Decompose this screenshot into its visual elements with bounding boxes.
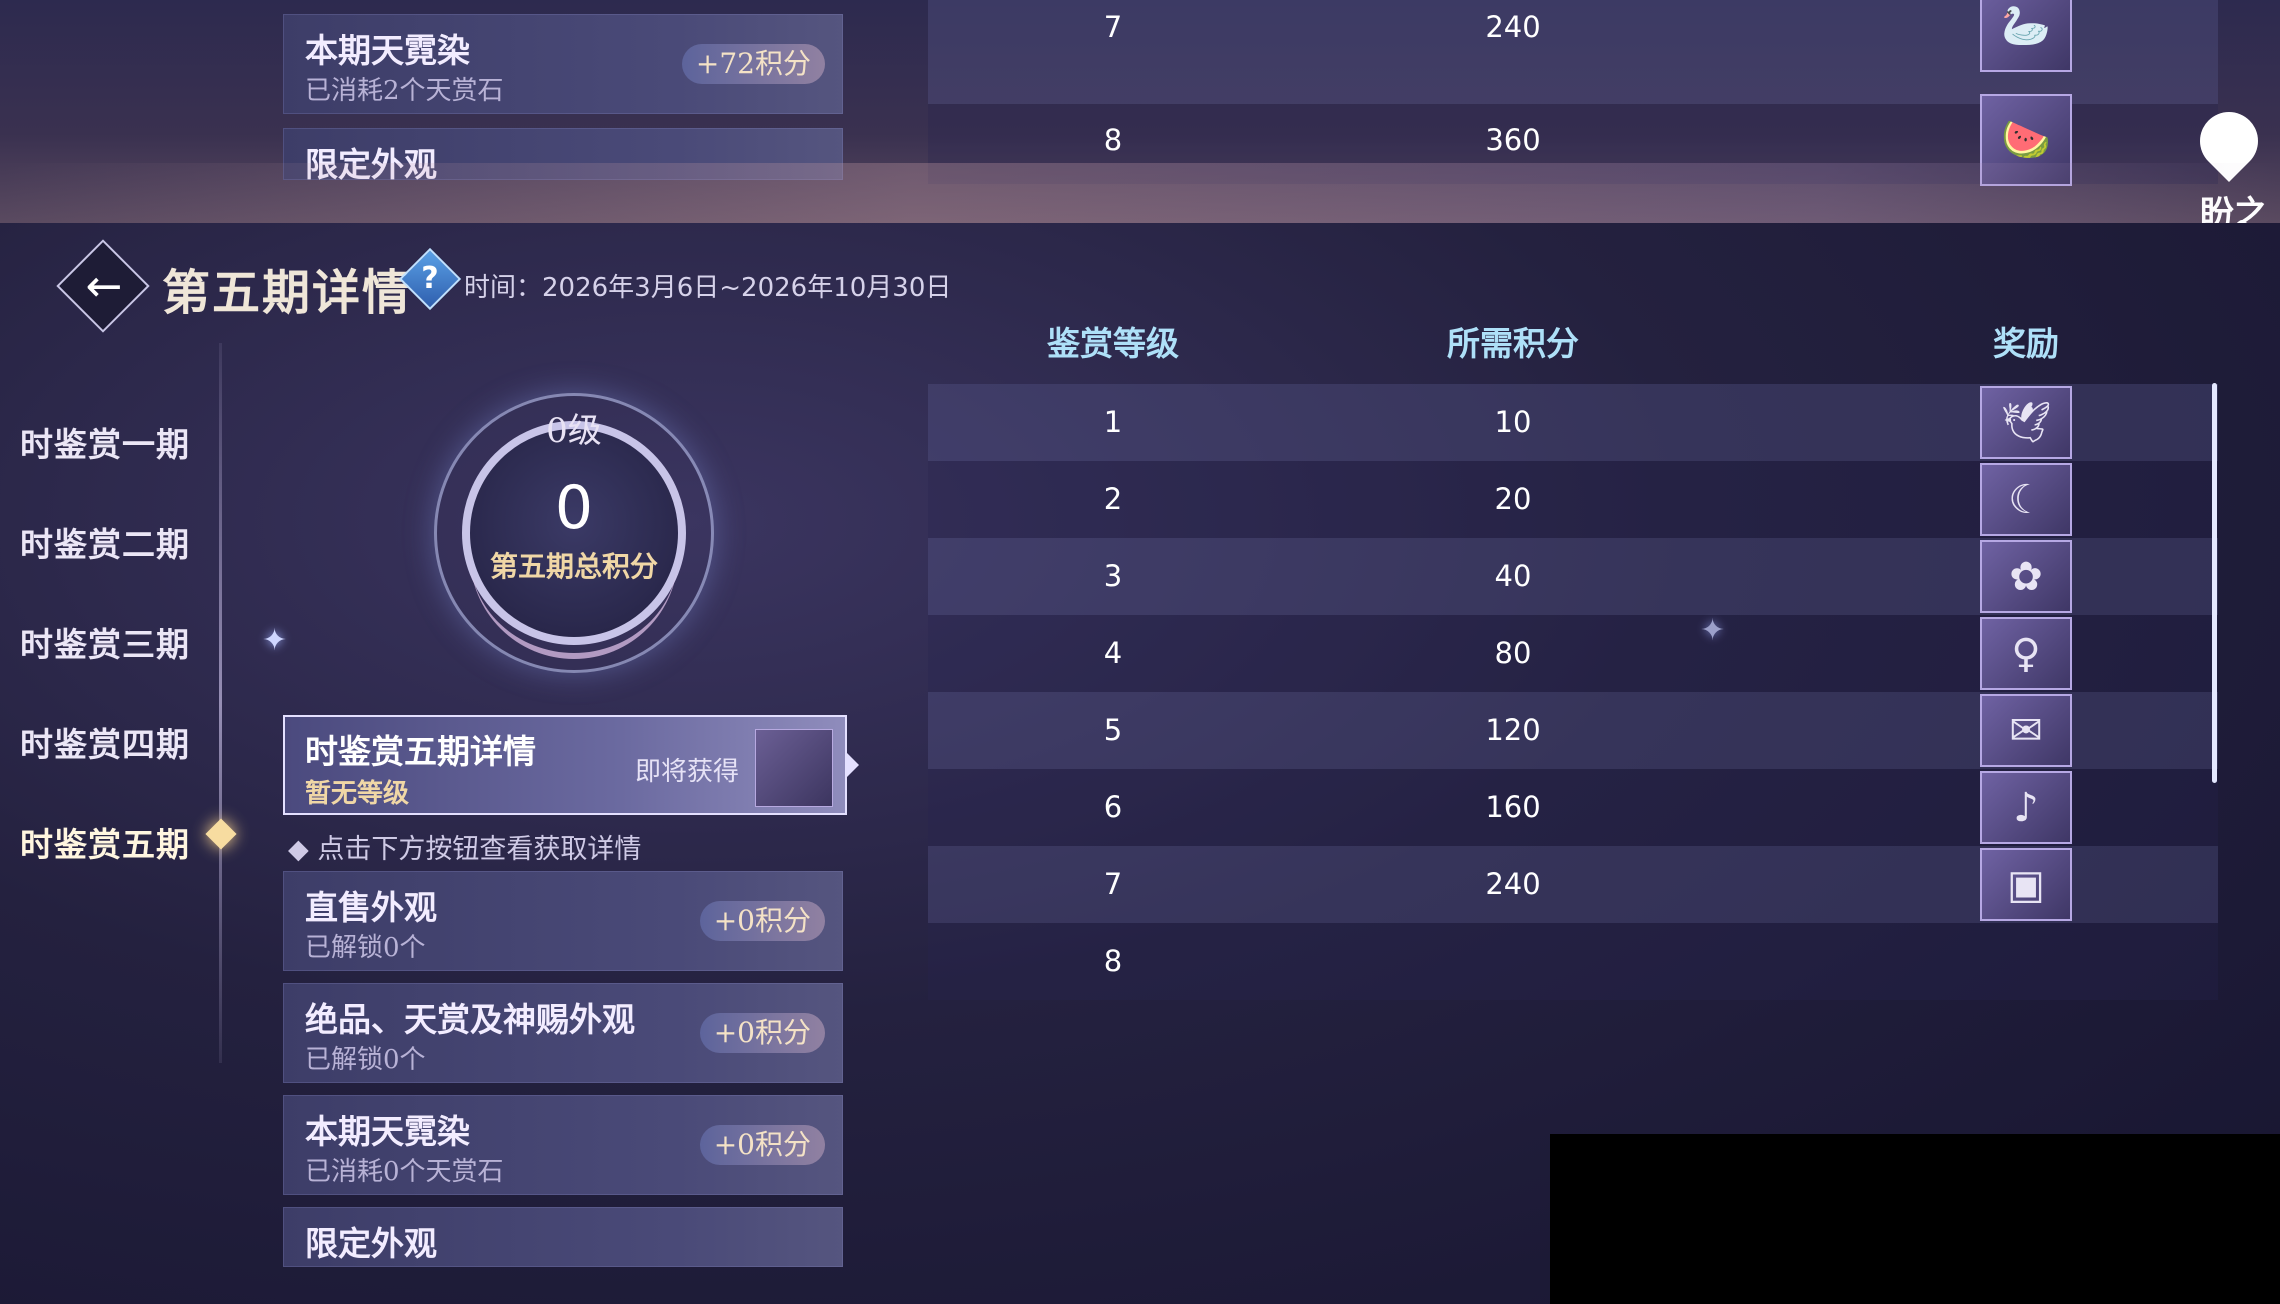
level-cell: 5: [1103, 713, 1123, 747]
swan-icon[interactable]: 🦢: [1980, 0, 2072, 72]
total-points-value: 0: [554, 473, 594, 543]
score-card-dye[interactable]: 本期天霓染 已消耗0个天赏石 +0积分: [283, 1095, 843, 1195]
level-cell: 1: [1103, 405, 1123, 439]
detail-title: 时鉴赏五期详情: [305, 732, 536, 771]
table-scrollbar[interactable]: [2212, 383, 2217, 783]
table-row: 2 20 ☾: [928, 461, 2218, 538]
watermark-text: 盼之: [2200, 194, 2268, 223]
envelope-icon[interactable]: ✉: [1980, 694, 2072, 767]
figure-icon[interactable]: ♀: [1980, 617, 2072, 690]
table-row: 6 160 ♪: [928, 769, 2218, 846]
column-header-points: 所需积分: [1447, 324, 1579, 363]
card-title: 限定外观: [305, 1224, 437, 1263]
points-cell: 360: [1485, 123, 1541, 157]
detail-level-status: 暂无等级: [305, 779, 410, 809]
table-row-prev-7: 7 240 🦢: [928, 0, 2218, 104]
table-row: 1 10 🕊: [928, 384, 2218, 461]
points-badge: +0积分: [699, 901, 825, 941]
period-detail-card[interactable]: 时鉴赏五期详情 暂无等级 即将获得: [283, 715, 847, 815]
points-badge: +0积分: [699, 1013, 825, 1053]
points-cell: 40: [1494, 559, 1532, 593]
level-cell: 4: [1103, 636, 1123, 670]
score-card-direct-sale[interactable]: 直售外观 已解锁0个 +0积分: [283, 871, 843, 971]
card-subtitle: 已解锁0个: [305, 933, 426, 963]
points-cell: 120: [1485, 713, 1541, 747]
occluding-block: [1550, 1134, 2280, 1304]
level-cell: 7: [1103, 867, 1123, 901]
card-title: 本期天霓染: [305, 1112, 470, 1151]
card-subtitle: 已消耗2个天赏石: [305, 76, 504, 106]
selected-pointer-icon: [847, 753, 859, 777]
back-arrow-icon[interactable]: ←: [76, 259, 132, 315]
sidebar-divider: [219, 343, 222, 1063]
level-cell: 7: [1103, 10, 1123, 44]
points-badge: +0积分: [699, 1125, 825, 1165]
card-title: 直售外观: [305, 888, 437, 927]
table-row-prev-8: 8 360 🍉: [928, 94, 2218, 186]
period-time: 时间：2026年3月6日~2026年10月30日: [464, 273, 952, 303]
column-header-level: 鉴赏等级: [1047, 324, 1179, 363]
sidebar-item-period-3[interactable]: 时鉴赏三期: [20, 618, 190, 666]
card-title: 绝品、天赏及神赐外观: [305, 1000, 635, 1039]
wing-emblem-icon: [755, 729, 833, 807]
level-cell: 8: [1103, 944, 1123, 978]
sidebar-item-period-1[interactable]: 时鉴赏一期: [20, 418, 190, 466]
level-cell: 3: [1103, 559, 1123, 593]
fruit-icon[interactable]: 🍉: [1980, 94, 2072, 186]
wing-emblem-icon[interactable]: 🕊: [1980, 386, 2072, 459]
active-indicator-icon: [205, 818, 237, 850]
points-cell: 20: [1494, 482, 1532, 516]
card-icon[interactable]: ▣: [1980, 848, 2072, 921]
card-subtitle: 已解锁0个: [305, 1045, 426, 1075]
score-card-prev-limited[interactable]: 限定外观: [283, 128, 843, 180]
level-cell: 6: [1103, 790, 1123, 824]
card-title: 本期天霓染: [305, 31, 470, 70]
moon-ring-icon[interactable]: ☾: [1980, 463, 2072, 536]
total-points-label: 第五期总积分: [489, 550, 658, 583]
level-label: 0级: [546, 411, 602, 451]
points-cell: 160: [1485, 790, 1541, 824]
previous-section-strip: 本期天霓染 已消耗2个天赏石 +72积分 限定外观 7 240 🦢 8 360 …: [0, 0, 2280, 223]
level-cell: 2: [1103, 482, 1123, 516]
score-card-prev-dye[interactable]: 本期天霓染 已消耗2个天赏石 +72积分: [283, 14, 843, 114]
sparkle-icon: ✦: [262, 623, 288, 658]
table-row: 4 80 ♀: [928, 615, 2218, 692]
score-card-premium-outfits[interactable]: 绝品、天赏及神赐外观 已解锁0个 +0积分: [283, 983, 843, 1083]
points-cell: 10: [1494, 405, 1532, 439]
points-cell: [1298, 923, 1728, 1000]
sidebar-item-period-2[interactable]: 时鉴赏二期: [20, 518, 190, 566]
sidebar-item-period-5[interactable]: 时鉴赏五期: [20, 818, 190, 866]
points-cell: 240: [1485, 867, 1541, 901]
points-cell: 80: [1494, 636, 1532, 670]
score-card-limited[interactable]: 限定外观: [283, 1207, 843, 1267]
table-row: 8: [928, 923, 2218, 1000]
page-title: 第五期详情: [162, 265, 413, 321]
sidebar-item-period-4[interactable]: 时鉴赏四期: [20, 718, 190, 766]
cloud-note-icon[interactable]: ♪: [1980, 771, 2072, 844]
points-badge: +72积分: [681, 44, 825, 84]
card-subtitle: 已消耗0个天赏石: [305, 1157, 504, 1187]
question-icon[interactable]: ?: [408, 257, 452, 301]
points-cell: 240: [1485, 10, 1541, 44]
hint-text: ◆ 点击下方按钮查看获取详情: [288, 834, 642, 865]
flower-icon[interactable]: ✿: [1980, 540, 2072, 613]
card-title: 限定外观: [305, 145, 437, 180]
table-row: 7 240 ▣: [928, 846, 2218, 923]
column-header-reward: 奖励: [1993, 324, 2059, 363]
table-row: 3 40 ✿: [928, 538, 2218, 615]
table-row: 5 120 ✉: [928, 692, 2218, 769]
detail-upcoming-label: 即将获得: [635, 757, 740, 787]
level-cell: 8: [1103, 123, 1123, 157]
